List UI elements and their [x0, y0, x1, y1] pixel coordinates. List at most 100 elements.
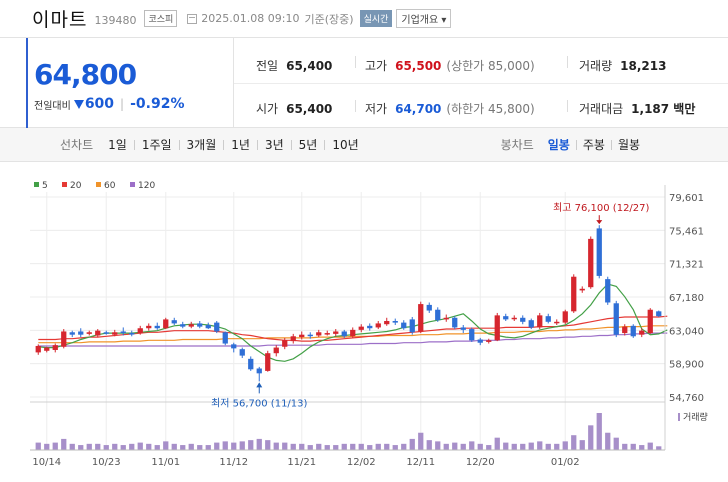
low-arrow-head	[256, 382, 263, 388]
candle-body	[248, 358, 254, 370]
candle-body	[494, 315, 500, 341]
candle-body	[579, 288, 585, 291]
candle-body	[52, 345, 58, 350]
candle-body	[486, 340, 492, 342]
high-arrow-head	[596, 220, 603, 225]
candle-body	[639, 330, 645, 335]
volume-bar	[452, 442, 458, 450]
current-price: 64,800	[34, 58, 137, 91]
realtime-button[interactable]: 실시간	[359, 10, 393, 27]
stock-header: 이마트 139480 코스피 2025.01.08 09:10 기준(장중) 실…	[0, 0, 728, 38]
candle-body	[103, 332, 109, 334]
period-tabs: 선차트 1일 1주일 3개월 1년 3년 5년 10년 봉차트 일봉 주봉 월봉	[0, 128, 728, 162]
low-label: 저가	[365, 102, 388, 116]
volume-label: 거래량	[579, 59, 613, 73]
candle-body	[146, 325, 152, 329]
candle-body	[273, 347, 279, 354]
company-overview-dropdown[interactable]: 기업개요 ▾	[396, 9, 452, 28]
candle-body	[384, 320, 390, 325]
x-tick-label: 11/01	[151, 457, 180, 468]
open-cell: 시가 65,400	[256, 100, 332, 117]
tab-candle-daily[interactable]: 일봉	[548, 136, 570, 153]
candle-body	[588, 238, 594, 288]
volume-bar	[571, 435, 577, 450]
candle-body	[605, 279, 611, 303]
candle-body	[622, 326, 628, 334]
candle-body	[409, 319, 415, 333]
amount-cell: 거래대금 1,187 백만	[579, 100, 695, 117]
volume-bar	[248, 440, 254, 450]
candle-body	[630, 325, 636, 337]
candle-body	[613, 303, 619, 335]
volume-bar	[282, 442, 288, 450]
volume-bar	[511, 443, 517, 450]
volume-bar	[435, 441, 441, 450]
tab-line-1w[interactable]: 1주일	[142, 136, 172, 153]
down-triangle-icon	[73, 99, 84, 109]
volume-bar	[256, 438, 262, 450]
tab-divider	[223, 139, 225, 150]
volume-bar	[460, 443, 466, 450]
volume-bar	[239, 441, 245, 450]
tab-line-3y[interactable]: 3년	[265, 136, 284, 153]
line-chart-label: 선차트	[60, 138, 94, 152]
volume-bar	[341, 443, 347, 450]
legend-swatch-120	[130, 182, 135, 187]
candle-body	[435, 309, 441, 321]
low-cell: 저가 64,700 (하한가 45,800)	[365, 100, 535, 117]
volume-bar	[222, 441, 228, 450]
candle-body	[452, 317, 458, 328]
volume-bar	[154, 445, 160, 450]
volume-bar	[129, 443, 135, 450]
volume-bar	[112, 443, 118, 450]
volume-bar	[86, 443, 92, 450]
volume-bar	[78, 445, 84, 450]
volume-bar	[494, 437, 500, 450]
volume-bar	[350, 443, 356, 450]
tab-line-3m[interactable]: 3개월	[187, 136, 217, 153]
candle-body	[656, 311, 662, 317]
candle-body	[358, 326, 364, 330]
tab-line-5y[interactable]: 5년	[299, 136, 318, 153]
y-tick-label: 79,601	[669, 193, 704, 204]
tab-line-10y[interactable]: 10년	[332, 136, 358, 153]
volume-bar	[605, 432, 611, 450]
high-annotation: 최고 76,100 (12/27)	[553, 202, 649, 214]
volume-bar	[375, 443, 381, 450]
price-box: 64,800 전일대비 600 | -0.92%	[26, 38, 226, 128]
volume-bar	[469, 441, 475, 450]
volume-bar	[316, 443, 322, 450]
volume-bar	[69, 443, 75, 450]
tab-line-1y[interactable]: 1년	[231, 136, 250, 153]
volume-bar	[554, 443, 560, 450]
volume-bar	[358, 443, 364, 450]
change-amount: 600	[84, 96, 115, 112]
candles	[35, 225, 662, 382]
tab-divider	[290, 139, 292, 150]
volume-bar	[656, 446, 662, 450]
low-value: 64,700	[395, 102, 442, 116]
volume-bar	[265, 440, 271, 450]
volume-bar	[613, 437, 619, 450]
candle-body	[418, 304, 424, 332]
volume-bar	[392, 445, 398, 450]
y-tick-label: 75,461	[669, 226, 704, 237]
upper-limit: (상한가 85,000)	[446, 59, 535, 73]
candle-body	[545, 316, 551, 322]
volume-bar	[647, 442, 653, 450]
candle-body	[307, 334, 313, 337]
volume-bar	[146, 443, 152, 450]
candle-body	[256, 368, 262, 374]
candle-body	[282, 340, 288, 347]
candle-body	[180, 324, 186, 327]
candle-body	[426, 304, 432, 311]
candle-body	[571, 276, 577, 312]
tab-divider	[610, 139, 612, 150]
tab-candle-monthly[interactable]: 월봉	[618, 136, 640, 153]
tab-line-1d[interactable]: 1일	[108, 136, 127, 153]
candle-body	[120, 331, 126, 334]
high-cell: 고가 65,500 (상한가 85,000)	[365, 57, 535, 74]
volume-bar	[180, 445, 186, 450]
tab-candle-weekly[interactable]: 주봉	[583, 136, 605, 153]
candle-body	[554, 321, 560, 324]
